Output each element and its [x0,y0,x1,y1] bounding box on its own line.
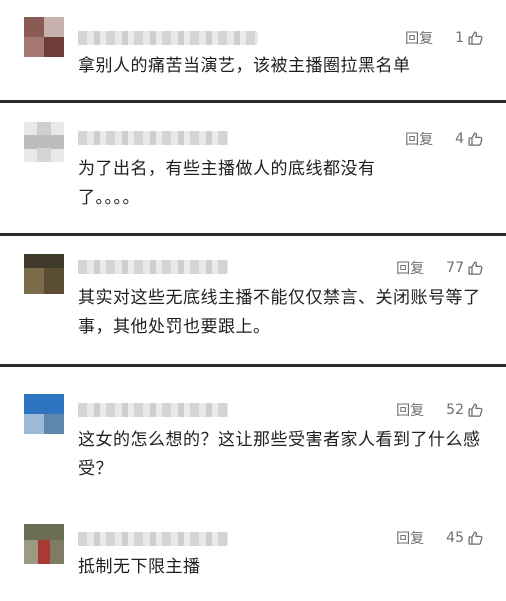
username-blurred [78,31,258,45]
avatar[interactable] [24,524,64,564]
reply-button[interactable]: 回复 [405,129,433,149]
comment-text: 这女的怎么想的？这让那些受害者家人看到了什么感受？ [78,430,481,479]
thumbs-up-icon[interactable] [467,402,484,419]
comment-item: 回复 4 为了出名，有些主播做人的底线都没有了。。。。 [0,103,506,233]
comment-actions: 回复 1 [405,28,484,48]
comment-actions: 回复 52 [396,400,484,420]
like-count: 52 [446,402,464,418]
reply-button[interactable]: 回复 [396,400,424,420]
comment-text: 抵制无下限主播 [78,557,201,577]
comment-actions: 回复 77 [396,258,484,278]
comment-item: 回复 1 拿别人的痛苦当演艺，该被主播圈拉黑名单 [0,0,506,100]
comment-item: 回复 77 其实对这些无底线主播不能仅仅禁言、关闭账号等了事，其他处罚也要跟上。 [0,236,506,364]
like-count: 4 [455,131,464,147]
avatar[interactable] [24,17,64,57]
thumbs-up-icon[interactable] [467,260,484,277]
reply-button[interactable]: 回复 [405,28,433,48]
thumbs-up-icon[interactable] [467,530,484,547]
avatar[interactable] [24,394,64,434]
reply-button[interactable]: 回复 [396,528,424,548]
username-blurred [78,260,228,274]
comment-actions: 回复 4 [405,129,484,149]
comment-actions: 回复 45 [396,528,484,548]
comment-text: 拿别人的痛苦当演艺，该被主播圈拉黑名单 [78,56,411,76]
comment-text: 其实对这些无底线主播不能仅仅禁言、关闭账号等了事，其他处罚也要跟上。 [78,288,481,337]
avatar[interactable] [24,254,64,294]
thumbs-up-icon[interactable] [467,30,484,47]
username-blurred [78,131,228,145]
like-count: 77 [446,260,464,276]
reply-button[interactable]: 回复 [396,258,424,278]
thumbs-up-icon[interactable] [467,131,484,148]
username-blurred [78,532,228,546]
comment-item: 回复 52 这女的怎么想的？这让那些受害者家人看到了什么感受？ [0,367,506,505]
like-count: 45 [446,530,464,546]
like-count: 1 [455,30,464,46]
username-blurred [78,403,228,417]
avatar[interactable] [24,122,64,162]
comment-text: 为了出名，有些主播做人的底线都没有了。。。。 [78,159,376,208]
comment-item: 回复 45 抵制无下限主播 [0,505,506,601]
